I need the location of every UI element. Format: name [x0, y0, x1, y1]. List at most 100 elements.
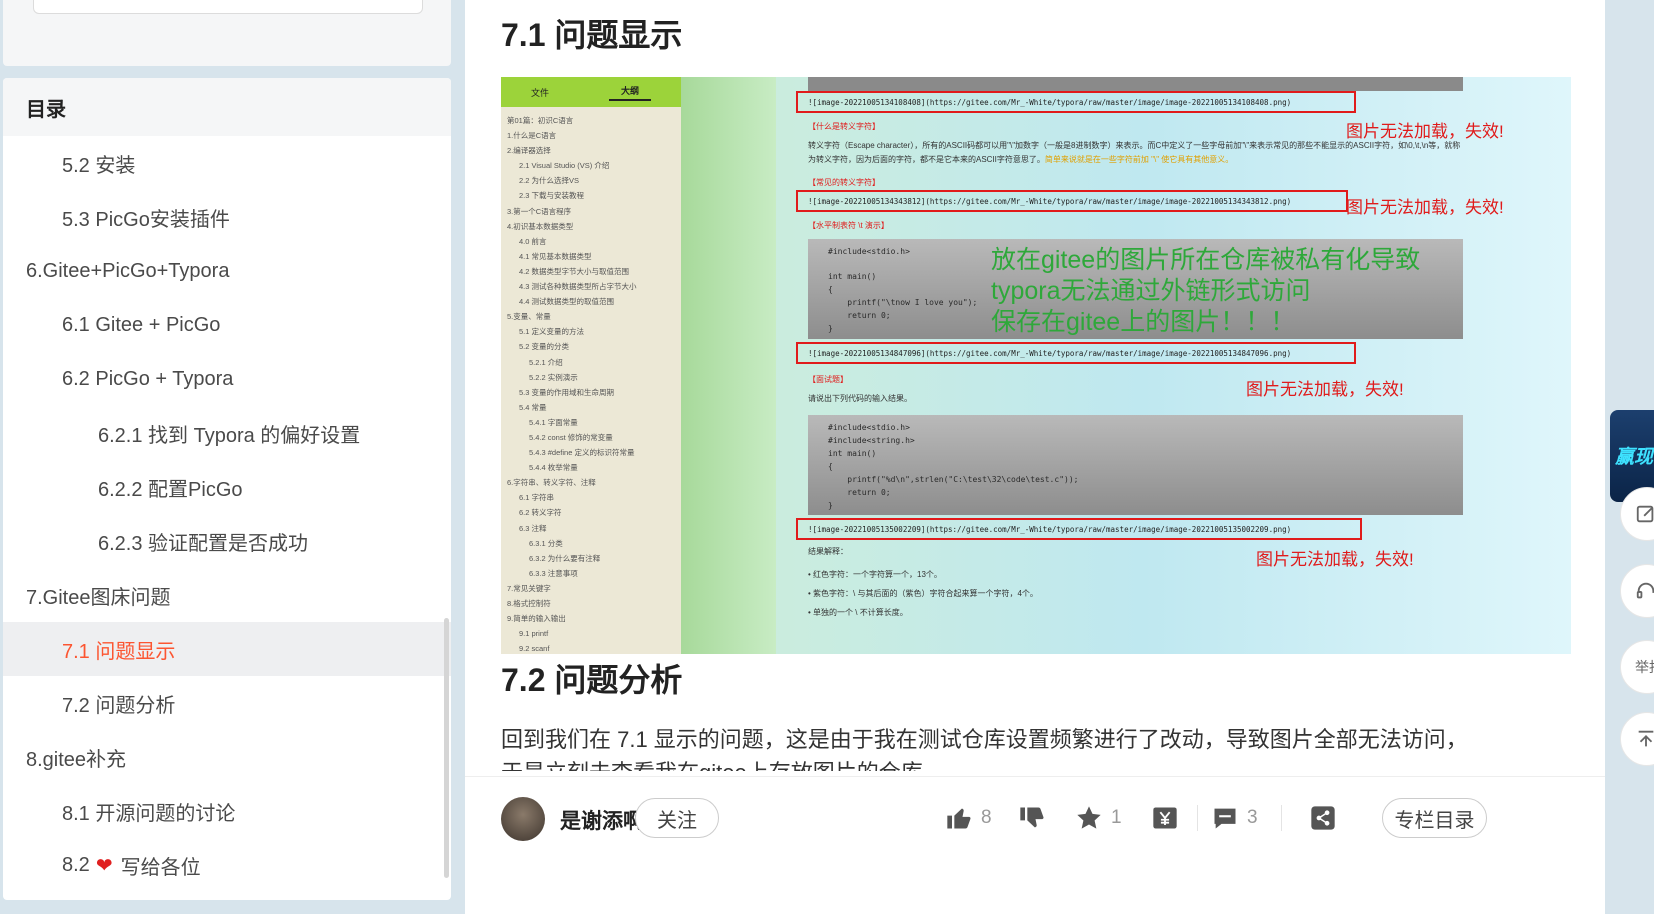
image-link-4: ![image-20221005135002209](https://gitee… [796, 518, 1362, 540]
left-column: 目录 5.2 安装 5.3 PicGo安装插件 6.Gitee+PicGo+Typo… [0, 0, 460, 914]
typora-outline-item: 5.4.3 #define 定义的标识符常量 [529, 448, 635, 458]
typora-outline-item: 4.0 前言 [519, 236, 547, 246]
typora-outline-item: 6.3.1 分类 [529, 538, 563, 548]
toc-item[interactable]: 7.1 问题显示 [3, 622, 451, 676]
code-line: printf("%d\n",strlen("C:\test\32\code\te… [828, 475, 1079, 484]
image-link-3: ![image-20221005134847096](https://gitee… [796, 342, 1356, 364]
toc-item-label: 5.2 安装 [62, 154, 136, 177]
toc-item[interactable]: 6.2 PicGo + Typora [3, 352, 451, 406]
result-bullet: • 红色字符：一个字符算一个，13个。 [808, 570, 942, 579]
typora-outline-item: 9.1 printf [519, 629, 549, 639]
typora-outline-item: 5.1 定义变量的方法 [519, 327, 585, 337]
toc-item[interactable]: 6.Gitee+PicGo+Typora [3, 244, 451, 298]
toc-item[interactable]: 7.Gitee图床问题 [3, 568, 451, 622]
typora-outline-item: 5.2.1 介绍 [529, 357, 563, 367]
toc-item[interactable]: 8.gitee补充 [3, 730, 451, 784]
code-line: { [828, 462, 833, 471]
toc-item-label: 8.1 开源问题的讨论 [62, 802, 236, 825]
comment-count: 3 [1247, 807, 1258, 828]
toc-item-label: 6.1 Gitee + PicGo [62, 313, 221, 336]
like-button[interactable]: 8 [945, 803, 992, 833]
typora-outline-item: 6.2 转义字符 [519, 508, 562, 518]
thumbs-down-icon [1020, 807, 1044, 828]
typora-outline-item: 4.4 测试数据类型的取值范围 [519, 297, 615, 307]
yen-icon [1153, 807, 1177, 829]
typora-outline-item: 9.2 scanf [519, 644, 550, 654]
sidebar-search-box[interactable] [33, 0, 423, 14]
toc-item-label: 6.2.3 验证配置是否成功 [98, 532, 309, 555]
typora-outline-item: 5.4.2 const 修饰的常变量 [529, 432, 613, 442]
toc-item[interactable]: 6.2.1 找到 Typora 的偏好设置 [3, 406, 451, 460]
fail-label-2: 图片无法加载，失效! [1346, 198, 1504, 217]
typora-content: ![image-20221005134108408](https://gitee… [776, 77, 1571, 654]
article-screenshot-image: 文件 大纲 第01篇：初识C语言 1.什么是C语言 2.编译器选择 2.1 Visua… [501, 77, 1571, 654]
toc-item-label: 6.2 PicGo + Typora [62, 367, 234, 390]
report-label: 举报 [1635, 659, 1654, 675]
follow-button[interactable]: 关注 [635, 798, 719, 838]
toc-item-label: 5.3 PicGo安装插件 [62, 208, 230, 231]
code-line: #include<stdio.h> [828, 423, 910, 432]
toc-item[interactable]: 6.2.2 配置PicGo [3, 460, 451, 514]
toc-item-label: 写给各位 [120, 856, 201, 879]
comment-icon [1214, 808, 1236, 829]
avatar[interactable] [501, 797, 545, 841]
toc-item-label: 8.gitee补充 [26, 748, 127, 771]
dislike-button[interactable] [1018, 803, 1046, 833]
code-block-2: #include<stdio.h> #include<string.h> int m… [808, 415, 1463, 515]
typora-outline: 第01篇：初识C语言 1.什么是C语言 2.编译器选择 2.1 Visual Stud… [501, 107, 681, 654]
comment-button[interactable]: 3 [1211, 803, 1258, 833]
typora-outline-item: 6.字符串、转义字符、注释 [507, 478, 596, 488]
typora-green-band [681, 77, 776, 654]
toc-item[interactable]: 5.3 PicGo安装插件 [3, 190, 451, 244]
typora-outline-item: 3.第一个C语言程序 [507, 206, 572, 216]
result-bullets: • 红色字符：一个字符算一个，13个。 • 紫色字符：\ 与其后面的（紫色）字符… [808, 565, 1038, 622]
toc-item-8-2[interactable]: 8.2 ❤ 写给各位 [3, 838, 451, 892]
body-paragraph-line-2: 于是立刻去查看我在gitee上存放图片的仓库 [501, 755, 1561, 771]
toc-item[interactable]: 8.1 开源问题的讨论 [3, 784, 451, 838]
typora-tab-outline: 大纲 [608, 84, 651, 101]
typora-outline-item: 6.3.2 为什么要有注释 [529, 553, 601, 563]
sidebar-top-card [3, 0, 451, 66]
share-icon [1311, 806, 1335, 830]
section-label-4: 【面试题】 [808, 375, 848, 384]
result-bullet: • 单独的一个 \ 不计算长度。 [808, 608, 908, 617]
toc-item-label: 7.Gitee图床问题 [26, 586, 171, 609]
author-name[interactable]: 是谢添啊 [560, 805, 644, 835]
favorite-button[interactable]: 1 [1075, 803, 1122, 833]
toc-scrollbar[interactable] [444, 618, 449, 878]
image-link-2: ![image-20221005134343812](https://gitee… [796, 190, 1348, 212]
typora-outline-item: 4.3 测试各种数据类型所占字节大小 [519, 282, 637, 292]
table-of-contents: 目录 5.2 安装 5.3 PicGo安装插件 6.Gitee+PicGo+Typo… [3, 78, 451, 900]
star-icon [1077, 806, 1101, 829]
toc-item-label: 7.1 问题显示 [62, 640, 176, 663]
share-button[interactable] [1309, 803, 1337, 833]
favorite-count: 1 [1111, 807, 1122, 828]
code-line: return 0; [828, 488, 891, 497]
result-bullet: • 紫色字符：\ 与其后面的（紫色）字符合起来算一个字符，4个。 [808, 589, 1038, 598]
toc-title: 目录 [3, 78, 451, 136]
code-block-edge [808, 77, 1463, 91]
toc-item[interactable]: 6.1 Gitee + PicGo [3, 298, 451, 352]
typora-outline-item: 2.3 下载与安装教程 [519, 191, 585, 201]
typora-outline-item: 5.变量、常量 [507, 312, 551, 322]
typora-outline-item: 5.2.2 实例演示 [529, 372, 578, 382]
typora-outline-item: 5.3 变量的作用域和生命周期 [519, 387, 615, 397]
toc-item-label: 6.2.1 找到 Typora 的偏好设置 [98, 424, 361, 447]
article-main: 7.1 问题显示 文件 大纲 第01篇：初识C语言 1.什么是C语言 2.编译器选择… [465, 0, 1605, 914]
article-toolbar: 是谢添啊 关注 8 1 3 专栏目录 [465, 776, 1605, 914]
column-catalog-button[interactable]: 专栏目录 [1382, 798, 1487, 838]
overlay-line-3: 保存在gitee上的图片！！！ [991, 308, 1296, 336]
toc-item[interactable]: 5.2 安装 [3, 136, 451, 190]
body-paragraph-line-1: 回到我们在 7.1 显示的问题，这是由于我在测试仓库设置频繁进行了改动，导致图片… [501, 727, 1468, 752]
toc-item-label: 7.2 问题分析 [62, 694, 176, 717]
toolbar-divider [1281, 805, 1282, 831]
section-label-1: 【什么是转义字符】 [808, 122, 880, 131]
typora-outline-item: 5.2 变量的分类 [519, 342, 570, 352]
code-line: int main() [828, 449, 877, 458]
typora-outline-item: 4.初识基本数据类型 [507, 221, 574, 231]
toc-item[interactable]: 7.2 问题分析 [3, 676, 451, 730]
toc-item[interactable]: 6.2.3 验证配置是否成功 [3, 514, 451, 568]
typora-tab-files: 文件 [530, 87, 549, 98]
reward-button[interactable] [1151, 803, 1179, 833]
typora-outline-item: 4.1 常见基本数据类型 [519, 251, 592, 261]
